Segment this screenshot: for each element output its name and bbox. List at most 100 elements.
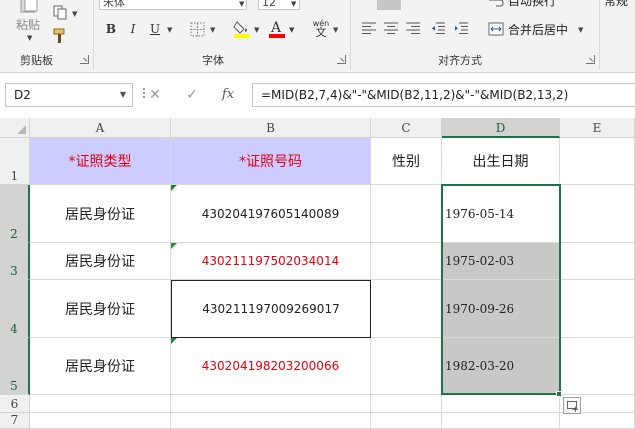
cell-e4[interactable] [560, 280, 635, 338]
error-indicator-icon[interactable] [171, 338, 177, 344]
select-all-button[interactable] [0, 118, 30, 138]
merge-center-dropdown-icon[interactable]: ▼ [578, 26, 583, 34]
bold-button[interactable]: B [102, 20, 120, 38]
cell-e2[interactable] [560, 185, 635, 243]
fill-handle[interactable] [556, 391, 562, 397]
column-header-e[interactable]: E [560, 118, 635, 138]
fill-color-dropdown-icon[interactable]: ▼ [254, 26, 259, 34]
borders-icon[interactable] [190, 22, 205, 37]
underline-button[interactable]: U [146, 20, 164, 38]
cell-c1[interactable]: 性别 [371, 138, 442, 185]
cell-c2[interactable] [371, 185, 442, 243]
column-header-d[interactable]: D [442, 118, 560, 138]
name-box-dropdown-icon[interactable]: ▼ [120, 84, 126, 106]
row-header-4[interactable]: 4 [0, 280, 30, 338]
column-header-b[interactable]: B [171, 118, 371, 138]
underline-dropdown-icon[interactable]: ▼ [167, 26, 172, 34]
cell-c3[interactable] [371, 243, 442, 280]
increase-indent-icon[interactable] [454, 22, 468, 35]
insert-function-button[interactable]: fx [213, 83, 243, 107]
row-header-7[interactable]: 7 [0, 413, 30, 429]
cell-a7[interactable] [30, 413, 171, 429]
phonetic-char: 文 [315, 26, 327, 39]
formula-input[interactable]: =MID(B2,7,4)&"-"&MID(B2,11,2)&"-"&MID(B2… [252, 83, 635, 107]
cell-c4[interactable] [371, 280, 442, 338]
cell-a2[interactable]: 居民身份证 [30, 185, 171, 243]
ribbon: 粘贴 ▼ ▼ 剪贴板 宋体 ▼ 12 ▼ B I U ▼ ▼ ▼ A ▼ wén… [0, 0, 635, 73]
copy-dropdown-icon[interactable]: ▼ [72, 10, 77, 18]
name-box[interactable]: D2 ▼ [5, 83, 133, 107]
quick-analysis-icon[interactable] [563, 397, 581, 415]
error-indicator-icon[interactable] [171, 185, 177, 191]
row-header-3[interactable]: 3 [0, 243, 30, 280]
row-header-1[interactable]: 1 [0, 138, 30, 185]
paste-icon[interactable] [18, 0, 40, 14]
cell-d5[interactable]: 1982-03-20 [442, 338, 560, 395]
font-name-dropdown-icon[interactable]: ▼ [239, 0, 244, 8]
font-size-dropdown-icon[interactable]: ▼ [291, 0, 296, 8]
enter-entry-button[interactable]: ✓ [177, 83, 207, 107]
cell-b3[interactable]: 430211197502034014 [171, 243, 371, 280]
cell-d6[interactable] [442, 395, 560, 413]
cell-b1[interactable]: *证照号码 [171, 138, 371, 185]
svg-text:A: A [270, 20, 282, 36]
italic-button[interactable]: I [124, 20, 142, 38]
decrease-indent-icon[interactable] [431, 22, 445, 35]
merge-center-icon[interactable] [488, 22, 504, 36]
row-header-2[interactable]: 2 [0, 185, 30, 243]
merge-center-button[interactable]: 合并后居中 [508, 21, 568, 38]
font-launcher-icon[interactable] [337, 55, 346, 64]
error-indicator-icon[interactable] [171, 243, 177, 249]
cell-a1[interactable]: *证照类型 [30, 138, 171, 185]
paste-button-label[interactable]: 粘贴 [16, 16, 40, 33]
cell-e7[interactable] [560, 413, 635, 429]
group-separator [93, 0, 94, 70]
cell-c5[interactable] [371, 338, 442, 395]
number-format-select[interactable]: 常规 [604, 0, 628, 9]
top-align-button-highlight[interactable] [377, 0, 401, 10]
cell-a3[interactable]: 居民身份证 [30, 243, 171, 280]
copy-icon[interactable] [53, 5, 69, 21]
cell-e3[interactable] [560, 243, 635, 280]
column-header-a[interactable]: A [30, 118, 171, 138]
clipboard-launcher-icon[interactable] [80, 55, 89, 64]
cell-d4[interactable]: 1970-09-26 [442, 280, 560, 338]
cell-a4[interactable]: 居民身份证 [30, 280, 171, 338]
phonetic-guide-button[interactable]: wén 文 [310, 19, 332, 39]
cell-b2[interactable]: 430204197605140089 [171, 185, 371, 243]
cell-a5[interactable]: 居民身份证 [30, 338, 171, 395]
row-header-6[interactable]: 6 [0, 395, 30, 413]
cell-b7[interactable] [171, 413, 371, 429]
align-right-icon[interactable] [406, 22, 420, 35]
paste-dropdown-icon[interactable]: ▼ [27, 34, 32, 42]
borders-dropdown-icon[interactable]: ▼ [210, 26, 215, 34]
phonetic-dropdown-icon[interactable]: ▼ [333, 26, 338, 34]
cell-e5[interactable] [560, 338, 635, 395]
alignment-launcher-icon[interactable] [586, 55, 595, 64]
cell-d3[interactable]: 1975-02-03 [442, 243, 560, 280]
cell-d2[interactable]: 1976-05-14 [442, 185, 560, 243]
format-painter-icon[interactable] [53, 28, 69, 44]
column-header-c[interactable]: C [371, 118, 442, 138]
cell-b6[interactable] [171, 395, 371, 413]
font-name-select[interactable]: 宋体 [99, 0, 247, 10]
cell-b5[interactable]: 430204198203200066 [171, 338, 371, 395]
font-color-icon[interactable]: A [268, 19, 286, 39]
cell-d1[interactable]: 出生日期 [442, 138, 560, 185]
name-box-value: D2 [14, 88, 31, 102]
fill-color-icon[interactable] [233, 19, 251, 39]
cell-a6[interactable] [30, 395, 171, 413]
cancel-entry-button[interactable]: ✕ [140, 83, 170, 107]
row-header-5[interactable]: 5 [0, 338, 30, 395]
cell-c6[interactable] [371, 395, 442, 413]
cell-e1[interactable] [560, 138, 635, 185]
font-color-dropdown-icon[interactable]: ▼ [289, 26, 294, 34]
align-center-icon[interactable] [384, 22, 398, 35]
cell-d7[interactable] [442, 413, 560, 429]
cell-b4[interactable]: 430211197009269017 [171, 280, 371, 338]
wrap-text-button[interactable]: 自动换行 [508, 0, 556, 9]
clipboard-group-label: 剪贴板 [20, 54, 53, 67]
wrap-text-icon[interactable] [488, 0, 504, 8]
cell-c7[interactable] [371, 413, 442, 429]
align-left-icon[interactable] [362, 22, 376, 35]
